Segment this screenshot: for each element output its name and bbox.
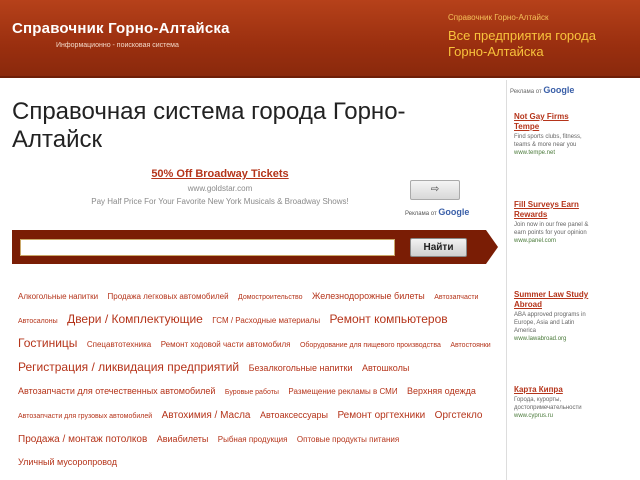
category-tag[interactable]: Ремонт оргтехники	[337, 410, 425, 421]
category-tag-cloud: Алкогольные напитки Продажа легковых авт…	[18, 284, 496, 473]
search-input[interactable]	[20, 239, 395, 256]
sidebar-google-logo[interactable]: Google	[543, 85, 574, 95]
category-tag[interactable]: Уличный мусоропровод	[18, 457, 117, 467]
category-tag[interactable]: Автозапчасти для грузовых автомобилей	[18, 413, 152, 420]
sidebar-ad-text: Города, курорты, достопримечательности	[514, 397, 582, 411]
sidebar-ad-url[interactable]: www.panel.com	[514, 237, 594, 245]
sidebar-ad-url[interactable]: www.cyprus.ru	[514, 412, 594, 420]
sidebar-ad-title[interactable]: Summer Law Study Abroad	[514, 290, 594, 310]
ad-title-link[interactable]: 50% Off Broadway Tickets	[40, 168, 400, 180]
sidebar-ad: Fill Surveys Earn Rewards Join now in ou…	[514, 200, 594, 245]
ad-text: Pay Half Price For Your Favorite New Yor…	[91, 197, 349, 206]
sidebar-ad-url[interactable]: www.lawabroad.org	[514, 335, 594, 343]
category-tag[interactable]: Безалкогольные напитки	[249, 363, 353, 373]
category-tag[interactable]: Автостоянки	[450, 342, 490, 349]
page-title: Справочная система города Горно-Алтайск	[12, 98, 406, 153]
category-tag[interactable]: Автозапчасти для отечественных автомобил…	[18, 386, 215, 396]
ad-block: 50% Off Broadway Tickets www.goldstar.co…	[40, 168, 400, 206]
ad-powered-prefix: Реклама от	[405, 211, 437, 217]
sidebar-ad-title[interactable]: Fill Surveys Earn Rewards	[514, 200, 594, 220]
category-tag[interactable]: Ремонт компьютеров	[330, 312, 448, 326]
category-tag[interactable]: Алкогольные напитки	[18, 292, 98, 301]
category-tag[interactable]: Железнодорожные билеты	[312, 291, 425, 301]
google-logo[interactable]: Google	[438, 207, 469, 217]
sidebar-powered-prefix: Реклама от	[510, 89, 542, 95]
all-companies-link[interactable]: Все предприятия города Горно-Алтайска	[448, 28, 638, 60]
sidebar-powered-by: Реклама от Google	[510, 85, 574, 95]
sidebar-ad: Карта Кипра Города, курорты, достопримеч…	[514, 385, 594, 420]
category-tag[interactable]: Автошколы	[362, 363, 409, 373]
category-tag[interactable]: Размещение рекламы в СМИ	[288, 387, 397, 396]
site-subtitle: Информационно - поисковая система	[56, 42, 179, 49]
category-tag[interactable]: Гостиницы	[18, 336, 77, 350]
sidebar-ad-url[interactable]: www.tempe.net	[514, 149, 594, 157]
sidebar-ad-title[interactable]: Not Gay Firms Tempe	[514, 112, 594, 132]
ad-next-button[interactable]: ⇨	[410, 180, 460, 200]
category-tag[interactable]: Оргстекло	[435, 410, 483, 421]
category-tag[interactable]: Рыбная продукция	[218, 435, 288, 444]
category-tag[interactable]: Автоаксессуары	[260, 410, 328, 420]
category-tag[interactable]: Регистрация / ликвидация предприятий	[18, 360, 239, 374]
category-tag[interactable]: Верхняя одежда	[407, 386, 476, 396]
category-tag[interactable]: Авиабилеты	[157, 434, 209, 444]
category-tag[interactable]: Оборудование для пищевого производства	[300, 342, 441, 349]
category-tag[interactable]: Буровые работы	[225, 389, 279, 396]
sidebar-ad-text: Join now in our free panel & earn points…	[514, 222, 589, 236]
ad-powered-by: Реклама от Google	[405, 207, 469, 217]
category-tag[interactable]: Продажа / монтаж потолков	[18, 434, 147, 445]
sidebar-ad-text: Find sports clubs, fitness, teams & more…	[514, 134, 582, 148]
sidebar-ad-text: ABA approved programs in Europe, Asia an…	[514, 312, 586, 334]
sidebar-ad-title[interactable]: Карта Кипра	[514, 385, 594, 395]
category-tag[interactable]: Автохимия / Масла	[162, 410, 251, 421]
search-bar-arrow	[486, 230, 498, 264]
site-header: Справочник Горно-Алтайска Информационно …	[0, 0, 640, 78]
category-tag[interactable]: Ремонт ходовой части автомобиля	[161, 340, 291, 349]
search-button[interactable]: Найти	[410, 238, 467, 257]
category-tag[interactable]: Домостроительство	[238, 294, 303, 301]
category-tag[interactable]: Автосалоны	[18, 318, 58, 325]
site-title[interactable]: Справочник Горно-Алтайска	[12, 20, 230, 37]
category-tag[interactable]: Двери / Комплектующие	[67, 312, 203, 326]
header-small-text: Справочник Горно-Алтайск	[448, 13, 549, 22]
category-tag[interactable]: Продажа легковых автомобилей	[108, 292, 229, 301]
category-tag[interactable]: Спецавтотехника	[87, 340, 151, 349]
category-tag[interactable]: Оптовые продукты питания	[297, 435, 399, 444]
sidebar-ad: Not Gay Firms Tempe Find sports clubs, f…	[514, 112, 594, 157]
sidebar-ad: Summer Law Study Abroad ABA approved pro…	[514, 290, 594, 343]
ad-url[interactable]: www.goldstar.com	[40, 184, 400, 193]
category-tag[interactable]: Автозапчасти	[434, 294, 478, 301]
category-tag[interactable]: ГСМ / Расходные материалы	[212, 316, 320, 325]
